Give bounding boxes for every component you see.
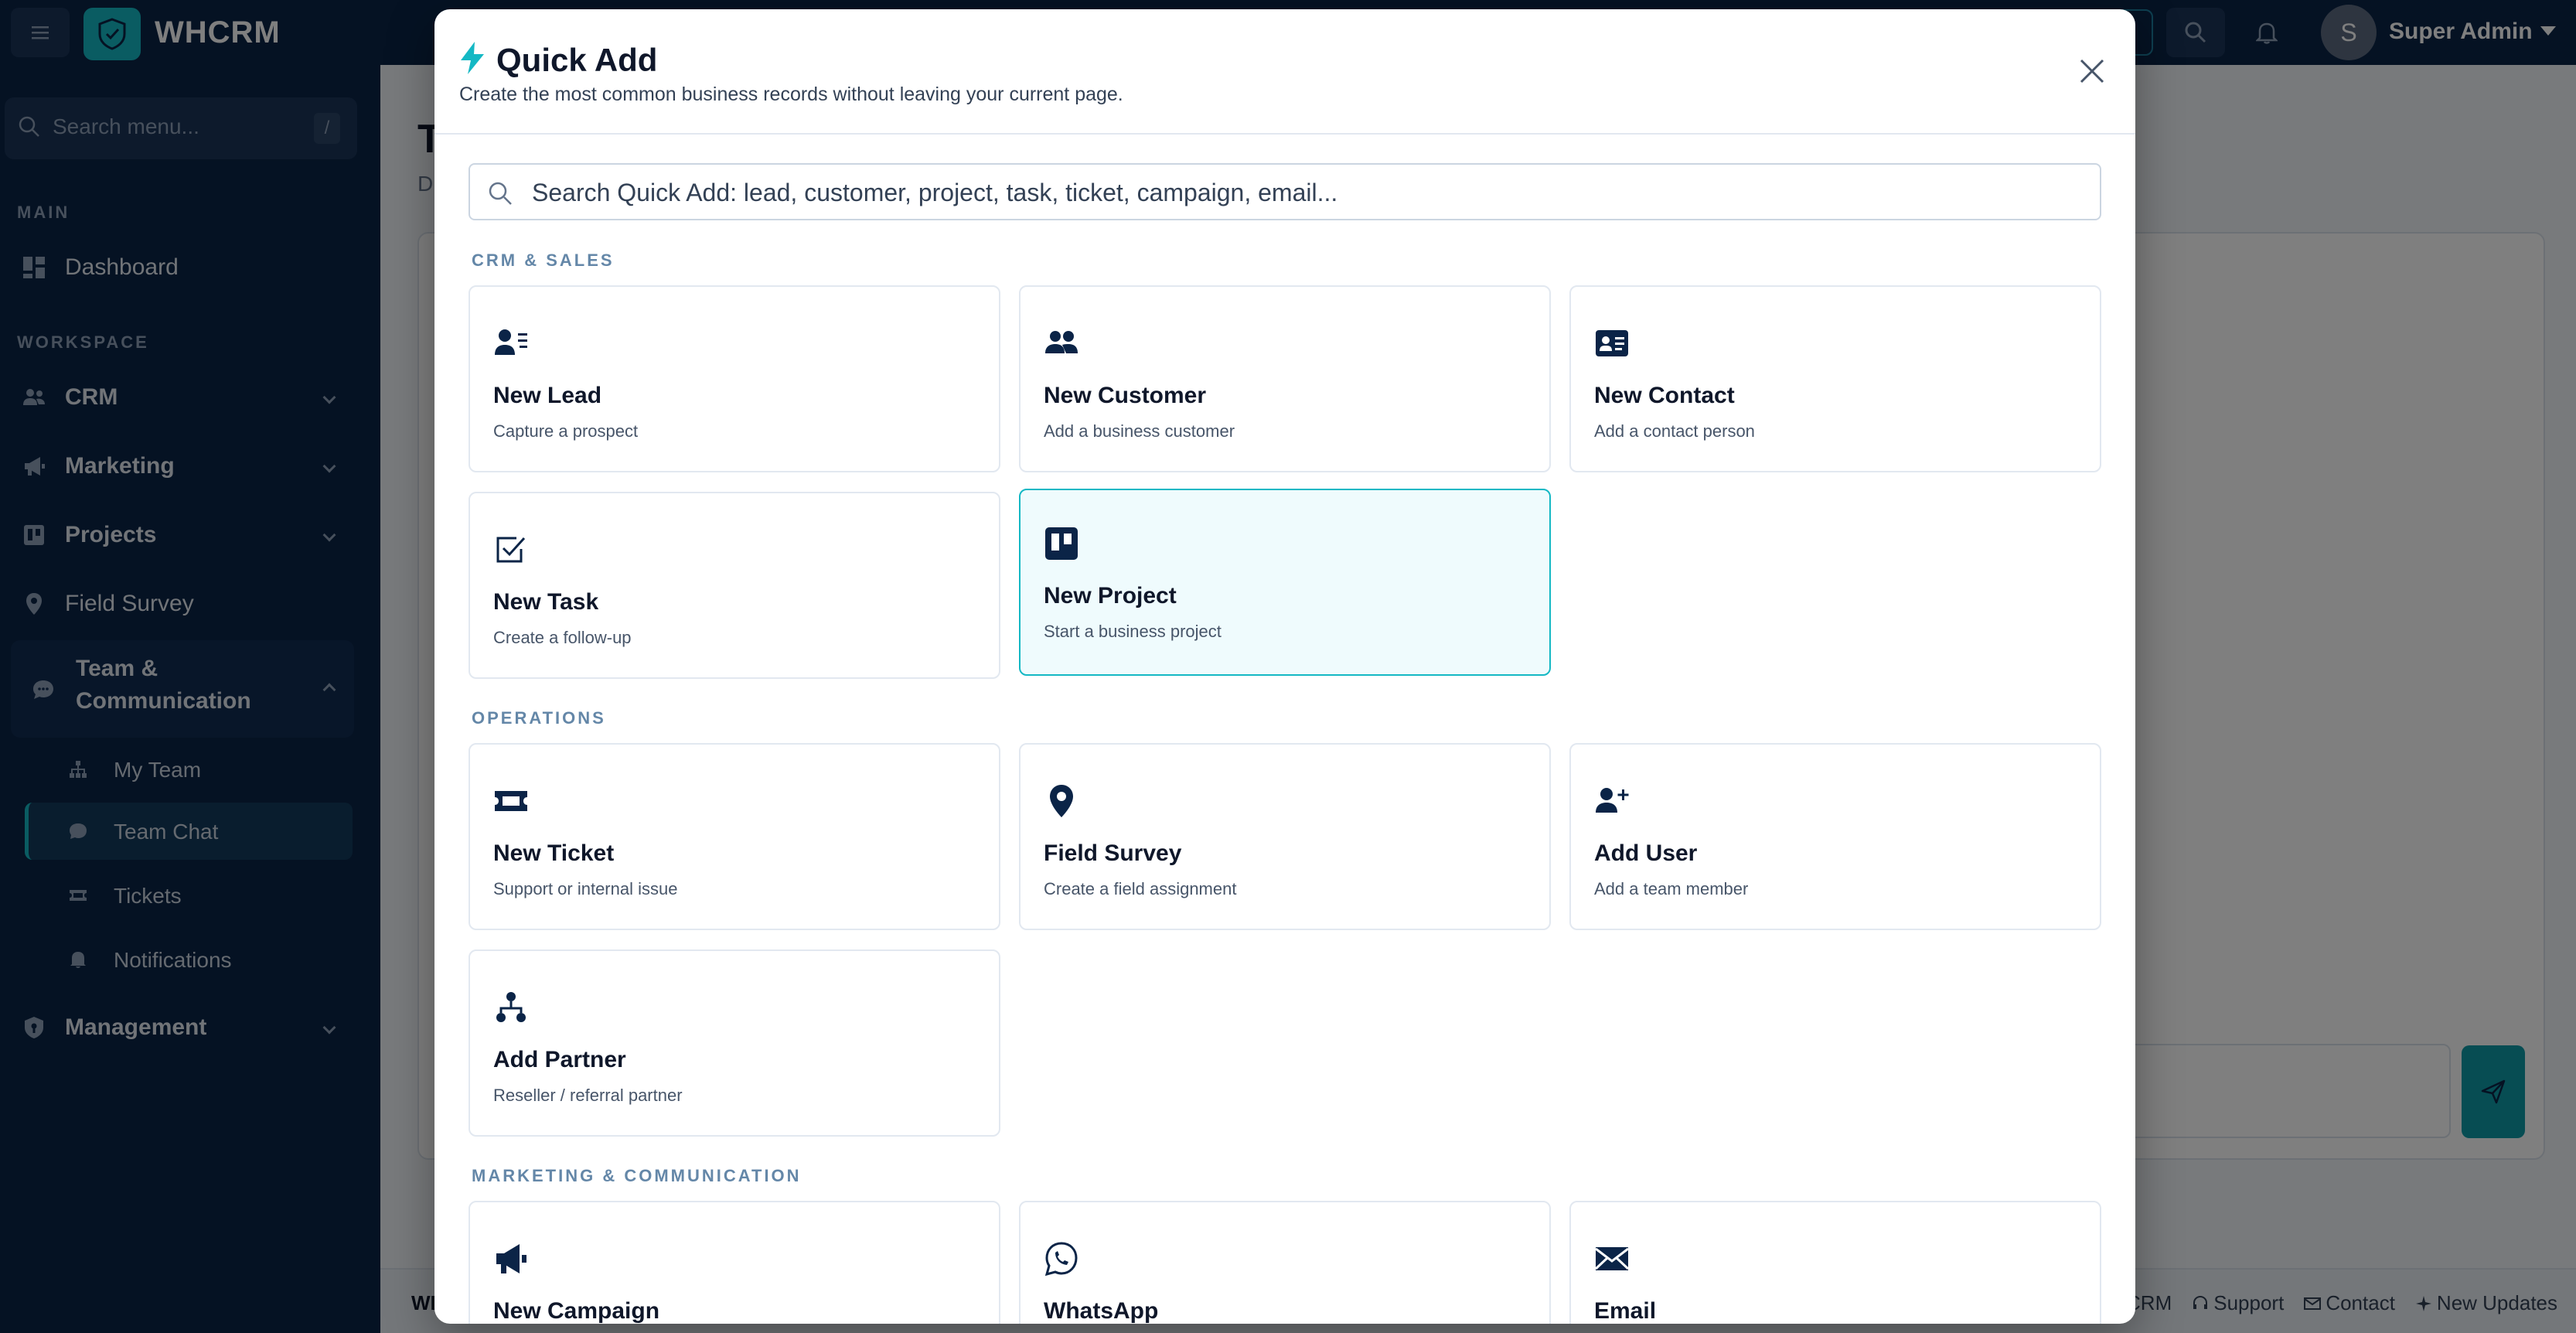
user-lines-icon	[495, 329, 527, 355]
quick-add-new-contact[interactable]: New Contact Add a contact person	[1569, 285, 2101, 472]
quick-add-email[interactable]: Email	[1569, 1201, 2101, 1324]
card-title: New Lead	[493, 383, 602, 408]
project-board-icon	[1045, 527, 1078, 560]
envelope-icon	[1594, 1247, 1630, 1270]
card-description: Add a contact person	[1594, 421, 1755, 441]
quick-add-new-task[interactable]: New Task Create a follow-up	[469, 492, 1000, 679]
card-description: Start a business project	[1044, 622, 1222, 641]
card-description: Add a team member	[1594, 879, 1749, 898]
modal-subtitle: Create the most common business records …	[459, 84, 1123, 105]
user-plus-icon	[1596, 788, 1629, 813]
quick-add-search-input[interactable]: Search Quick Add: lead, customer, projec…	[469, 163, 2101, 220]
card-description: Create a field assignment	[1044, 879, 1237, 898]
quick-add-new-ticket[interactable]: New Ticket Support or internal issue	[469, 743, 1000, 930]
quick-add-whatsapp[interactable]: WhatsApp	[1019, 1201, 1551, 1324]
card-title: New Customer	[1044, 383, 1207, 408]
quick-add-field-survey[interactable]: Field Survey Create a field assignment	[1019, 743, 1551, 930]
card-description: Reseller / referral partner	[493, 1086, 683, 1105]
section-heading-operations: OPERATIONS	[472, 708, 606, 728]
quick-add-new-project[interactable]: New Project Start a business project	[1019, 489, 1551, 676]
ticket-icon	[495, 791, 527, 811]
megaphone-icon	[496, 1244, 526, 1273]
modal-title: Quick Add	[496, 42, 658, 78]
users-icon	[1045, 331, 1078, 353]
quick-add-add-partner[interactable]: Add Partner Reseller / referral partner	[469, 949, 1000, 1137]
card-title: WhatsApp	[1044, 1298, 1159, 1324]
card-title: Field Survey	[1044, 840, 1182, 866]
quick-add-new-campaign[interactable]: New Campaign	[469, 1201, 1000, 1324]
quick-add-modal: Quick Add Create the most common busines…	[434, 9, 2135, 1324]
section-heading-marketing-communication: MARKETING & COMMUNICATION	[472, 1166, 802, 1185]
card-description: Capture a prospect	[493, 421, 639, 441]
lightning-bolt-icon	[461, 42, 484, 74]
quick-add-add-user[interactable]: Add User Add a team member	[1569, 743, 2101, 930]
quick-add-new-lead[interactable]: New Lead Capture a prospect	[469, 285, 1000, 472]
card-title: Add User	[1594, 840, 1698, 866]
card-title: New Contact	[1594, 383, 1735, 408]
card-title: New Task	[493, 589, 599, 615]
contact-card-icon	[1596, 330, 1628, 356]
quick-add-new-customer[interactable]: New Customer Add a business customer	[1019, 285, 1551, 472]
card-title: New Ticket	[493, 840, 615, 866]
card-description: Add a business customer	[1044, 421, 1235, 441]
map-pin-icon	[1050, 785, 1073, 817]
modal-header: Quick Add Create the most common busines…	[434, 9, 2135, 135]
whatsapp-icon	[1044, 1242, 1078, 1277]
card-title: Email	[1594, 1298, 1657, 1324]
sitemap-icon	[496, 992, 526, 1022]
card-title: New Project	[1044, 583, 1177, 609]
card-title: Add Partner	[493, 1047, 626, 1072]
section-heading-crm-sales: CRM & SALES	[472, 251, 615, 270]
card-description: Support or internal issue	[493, 879, 678, 898]
card-description: Create a follow-up	[493, 628, 632, 647]
checkbox-icon	[496, 537, 526, 563]
close-icon[interactable]	[2077, 56, 2107, 87]
card-title: New Campaign	[493, 1298, 660, 1324]
quick-add-search-placeholder: Search Quick Add: lead, customer, projec…	[532, 179, 1338, 206]
search-icon	[489, 182, 512, 205]
